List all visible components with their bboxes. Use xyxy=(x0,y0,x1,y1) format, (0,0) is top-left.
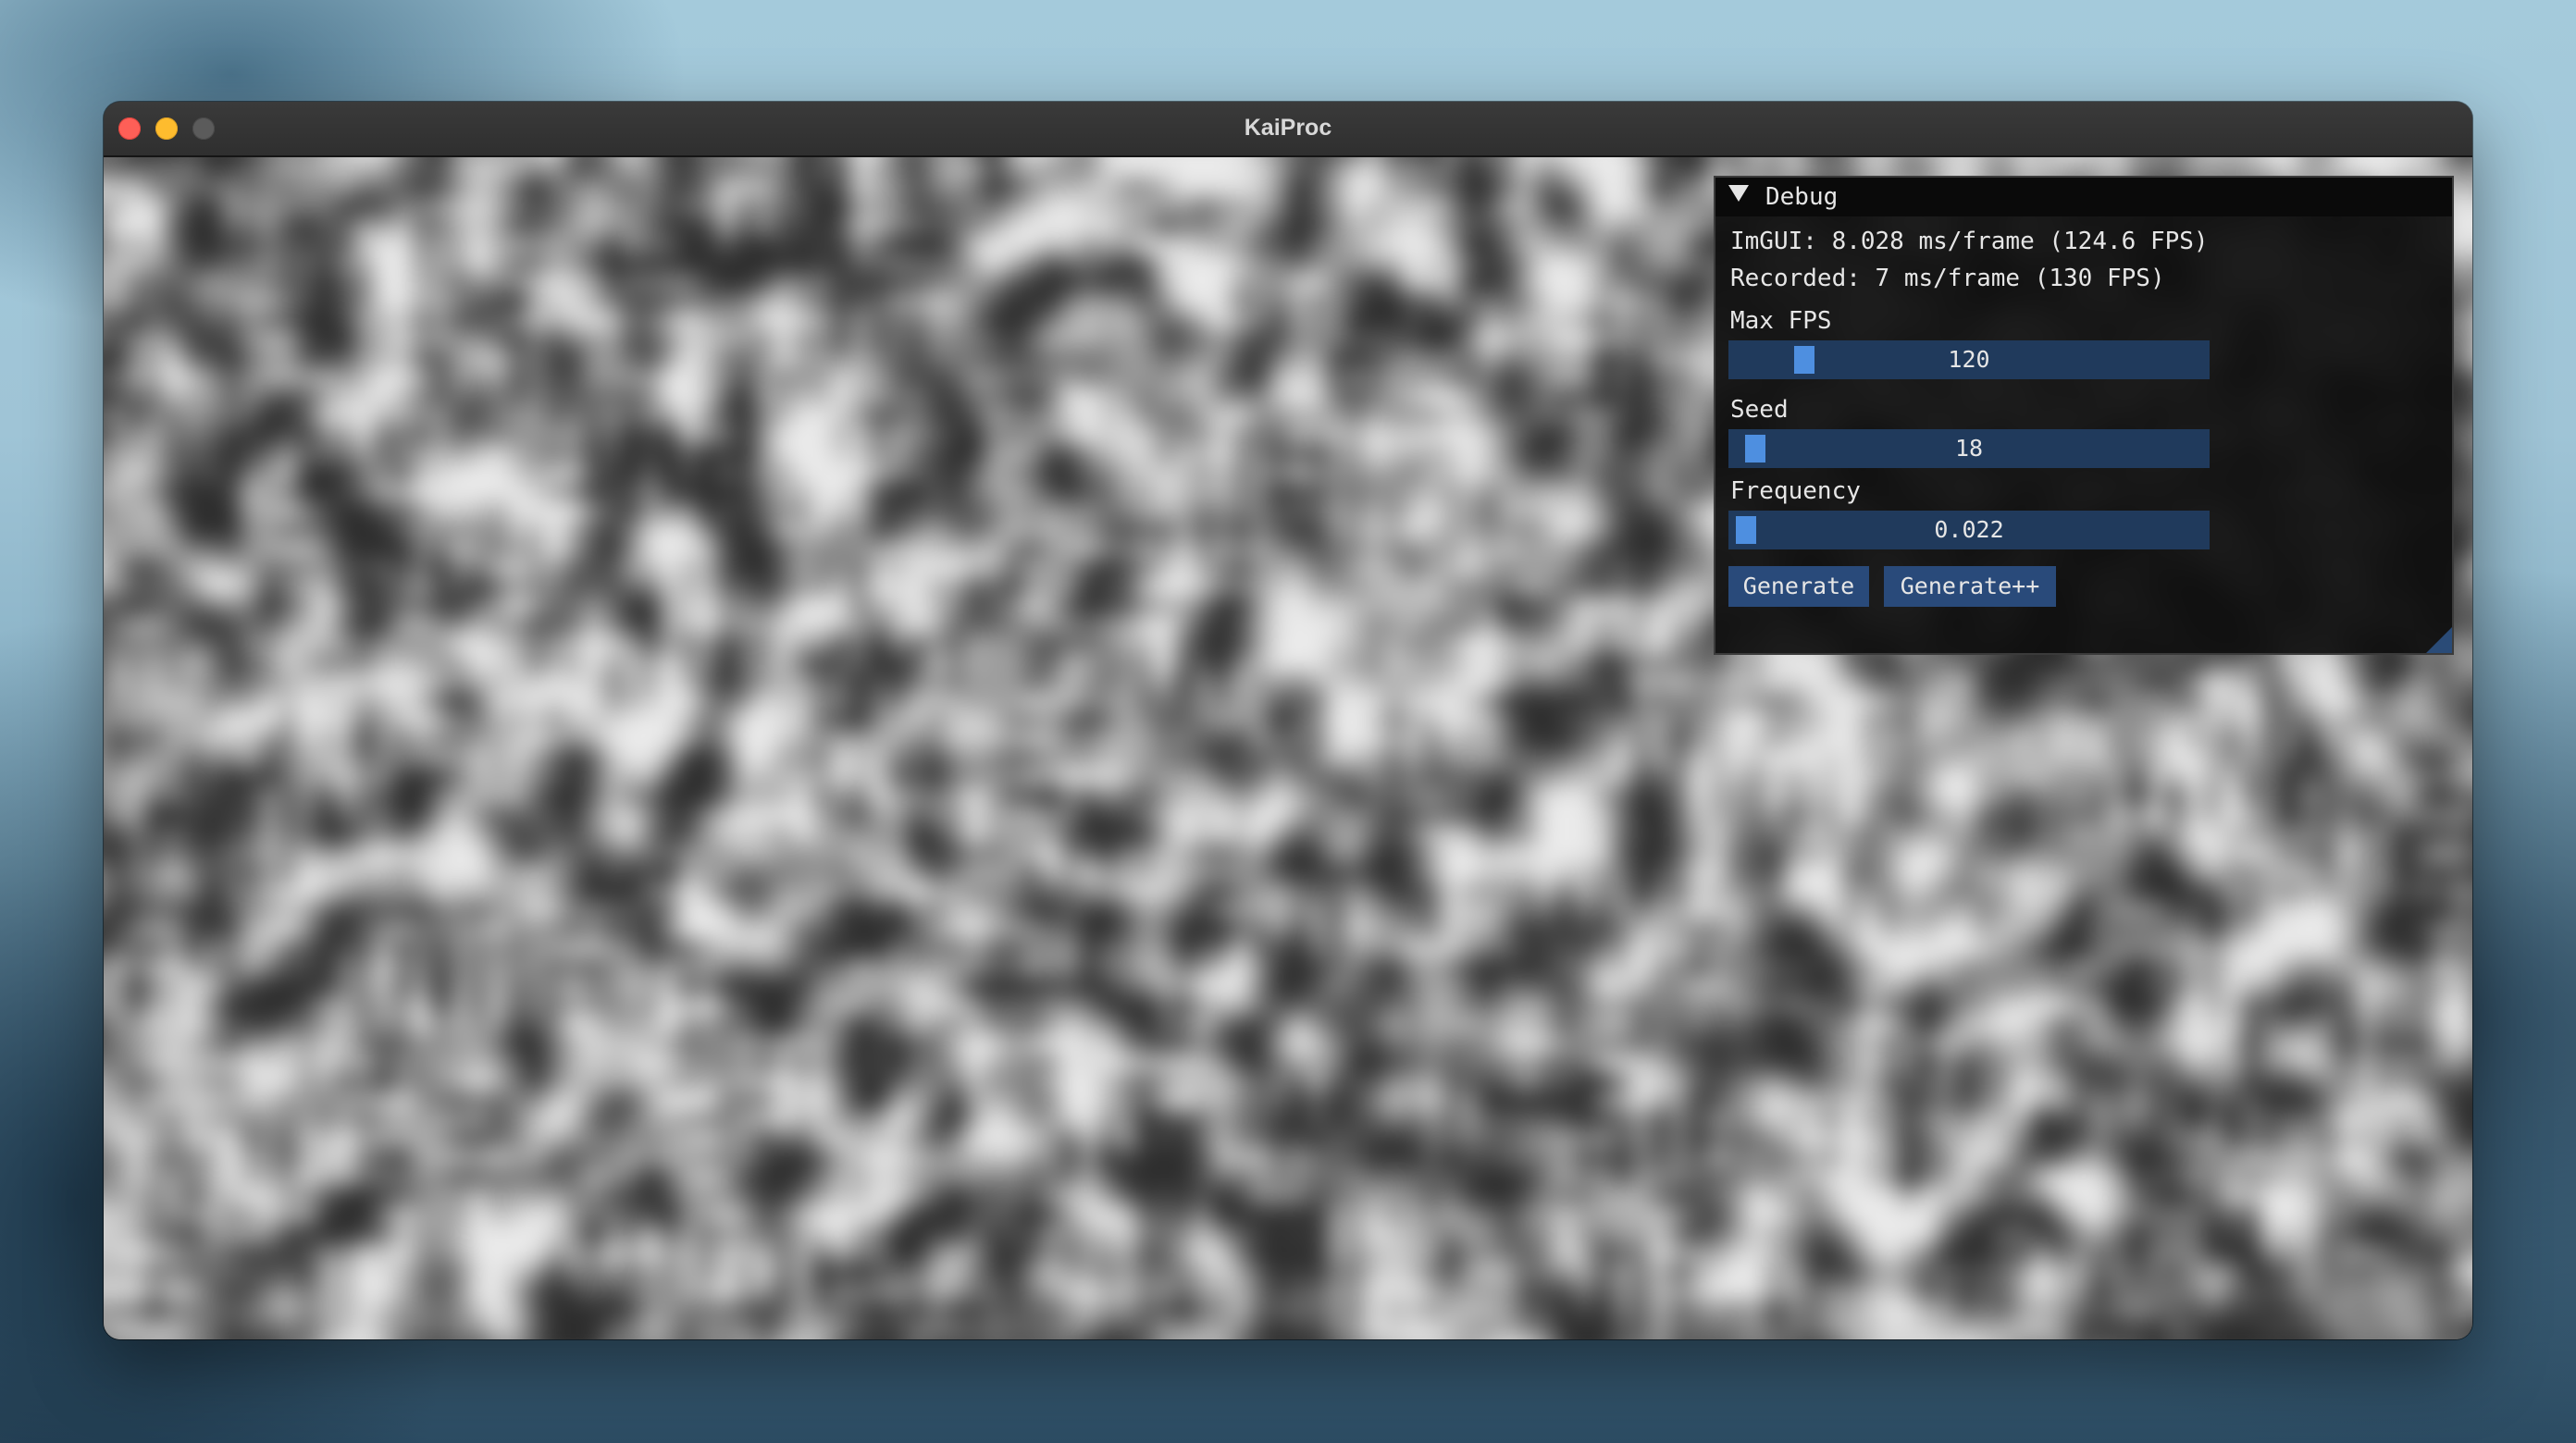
debug-panel-title: Debug xyxy=(1765,183,1839,211)
collapse-triangle-icon[interactable] xyxy=(1728,185,1749,202)
frequency-label: Frequency xyxy=(1730,477,1861,505)
recorded-frame-stats: Recorded: 7 ms/frame (130 FPS) xyxy=(1730,265,2165,292)
generate-plus-plus-button[interactable]: Generate++ xyxy=(1884,566,2056,607)
frequency-slider[interactable]: 0.022 xyxy=(1728,511,2210,549)
resize-grip-icon[interactable] xyxy=(2426,627,2452,653)
debug-panel[interactable]: Debug ImGUI: 8.028 ms/frame (124.6 FPS) … xyxy=(1714,176,2454,655)
frequency-value: 0.022 xyxy=(1934,516,2004,543)
seed-value: 18 xyxy=(1954,435,1984,462)
seed-slider[interactable]: 18 xyxy=(1728,429,2210,468)
imgui-frame-stats: ImGUI: 8.028 ms/frame (124.6 FPS) xyxy=(1730,228,2209,255)
max-fps-slider[interactable]: 120 xyxy=(1728,340,2210,379)
seed-label: Seed xyxy=(1730,396,1789,424)
noise-render-viewport[interactable]: Debug ImGUI: 8.028 ms/frame (124.6 FPS) … xyxy=(104,157,2472,1339)
max-fps-value: 120 xyxy=(1948,346,1990,373)
debug-panel-header[interactable]: Debug xyxy=(1715,178,2452,216)
generate-button[interactable]: Generate xyxy=(1728,566,1869,607)
app-window: KaiProc Debug ImGUI: 8.028 ms/frame (124… xyxy=(104,102,2472,1339)
window-title: KaiProc xyxy=(1244,115,1332,141)
max-fps-label: Max FPS xyxy=(1730,307,1832,335)
title-bar[interactable]: KaiProc xyxy=(104,102,2472,157)
